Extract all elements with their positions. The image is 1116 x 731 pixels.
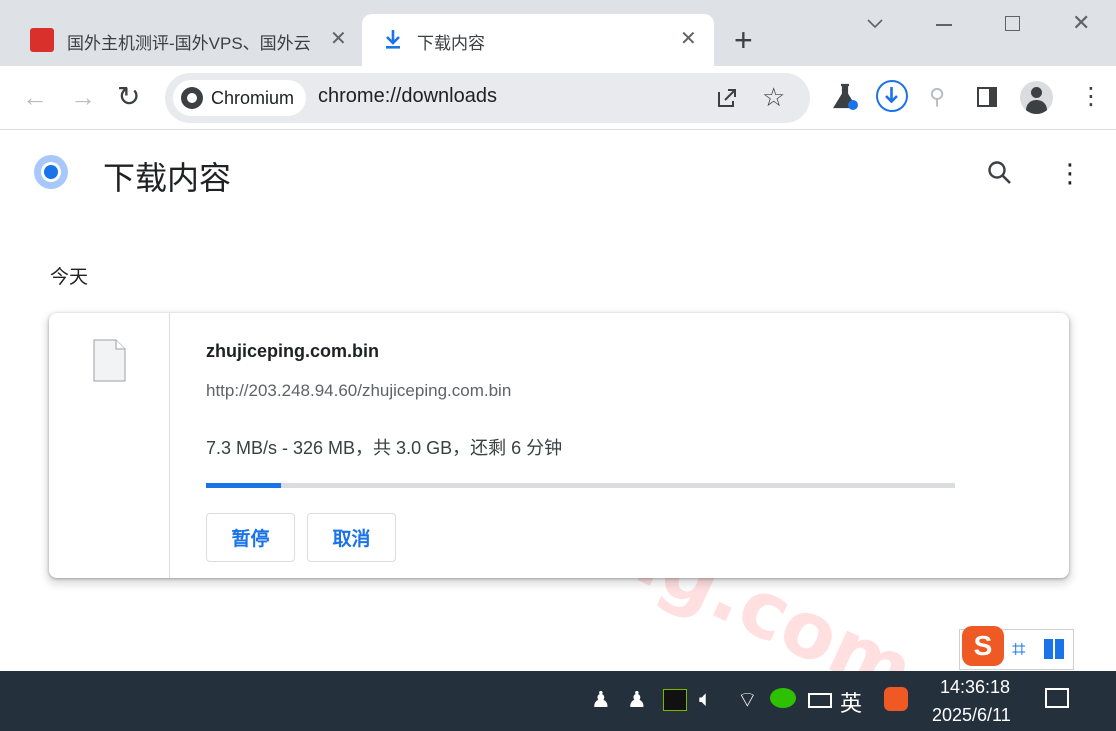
file-icon bbox=[93, 339, 126, 382]
labs-flask-icon[interactable] bbox=[832, 83, 858, 111]
chromium-chip[interactable]: Chromium bbox=[173, 80, 307, 116]
toolbar: ← → ↻ Chromium chrome://downloads ☆ ⚲ ⋮ bbox=[0, 66, 1116, 130]
nvidia-icon[interactable] bbox=[663, 689, 687, 711]
date-section-heading: 今天 bbox=[50, 267, 89, 288]
search-downloads-icon[interactable] bbox=[987, 160, 1013, 186]
pause-button[interactable]: 暂停 bbox=[206, 513, 295, 562]
download-item-card: zhujiceping.com.bin http://203.248.94.60… bbox=[49, 313, 1069, 578]
more-actions-icon[interactable]: ⋮ bbox=[1057, 158, 1083, 189]
battery-icon[interactable] bbox=[808, 693, 832, 708]
download-progress-bar bbox=[206, 483, 955, 488]
close-icon[interactable]: ✕ bbox=[1072, 10, 1090, 36]
download-source-url[interactable]: http://203.248.94.60/zhujiceping.com.bin bbox=[206, 381, 511, 401]
omnibox[interactable]: Chromium chrome://downloads ☆ bbox=[165, 73, 810, 123]
download-icon bbox=[386, 30, 400, 49]
tab-downloads[interactable]: 下载内容 ✕ bbox=[362, 14, 714, 66]
profile-avatar[interactable] bbox=[1020, 81, 1053, 114]
chevron-down-icon[interactable] bbox=[866, 18, 884, 30]
forward-icon[interactable]: → bbox=[70, 82, 96, 113]
grid-apps-icon[interactable] bbox=[1044, 639, 1064, 659]
site-favicon-icon bbox=[30, 28, 54, 52]
url-text[interactable]: chrome://downloads bbox=[318, 85, 497, 108]
chip-label: Chromium bbox=[211, 87, 295, 108]
qq-icon-2[interactable]: ♟ bbox=[627, 687, 647, 713]
tab-close-icon[interactable]: ✕ bbox=[330, 26, 347, 51]
tab-title: 下载内容 bbox=[417, 34, 485, 53]
maximize-icon[interactable] bbox=[1005, 16, 1020, 31]
volume-icon[interactable]: 🔈︎ bbox=[699, 686, 712, 712]
chromium-logo-icon bbox=[181, 87, 203, 109]
cancel-button[interactable]: 取消 bbox=[307, 513, 396, 562]
tab-zhujiceping[interactable]: 国外主机测评-国外VPS、国外云 ✕ bbox=[20, 14, 360, 66]
new-tab-button[interactable]: + bbox=[734, 22, 753, 59]
clock-time[interactable]: 14:36:18 bbox=[940, 677, 1010, 698]
notification-center-icon[interactable] bbox=[1045, 688, 1069, 708]
card-divider bbox=[169, 313, 170, 578]
wifi-icon[interactable]: ⌔ bbox=[737, 686, 758, 714]
chromium-logo-icon bbox=[34, 155, 68, 189]
ime-floating-toolbar: S ⌗ bbox=[959, 626, 1074, 670]
clock-date[interactable]: 2025/6/11 bbox=[932, 705, 1011, 726]
reload-icon[interactable]: ↻ bbox=[117, 80, 140, 113]
download-arrow-icon bbox=[885, 87, 898, 104]
tab-strip: 国外主机测评-国外VPS、国外云 ✕ 下载内容 ✕ + ✕ bbox=[0, 0, 1116, 66]
wechat-icon[interactable] bbox=[770, 688, 796, 708]
ime-language-indicator[interactable]: 英 bbox=[840, 686, 862, 718]
sogou-logo-icon[interactable]: S bbox=[962, 626, 1004, 666]
downloads-button[interactable] bbox=[876, 80, 908, 112]
bookmark-star-icon[interactable]: ☆ bbox=[762, 82, 785, 113]
qq-icon[interactable]: ♟ bbox=[591, 687, 611, 713]
download-file-name[interactable]: zhujiceping.com.bin bbox=[206, 341, 379, 362]
tab-close-icon[interactable]: ✕ bbox=[680, 26, 697, 51]
side-panel-icon[interactable] bbox=[977, 87, 997, 107]
share-icon[interactable] bbox=[715, 86, 739, 110]
download-progress-fill bbox=[206, 483, 281, 488]
search-icon[interactable]: ⚲ bbox=[929, 84, 945, 110]
back-icon[interactable]: ← bbox=[22, 82, 48, 113]
crop-icon[interactable]: ⌗ bbox=[1012, 636, 1026, 664]
sogou-tray-icon[interactable] bbox=[884, 687, 908, 711]
tab-title: 国外主机测评-国外VPS、国外云 bbox=[67, 34, 311, 53]
minimize-icon[interactable] bbox=[936, 24, 952, 26]
taskbar: ♟ ♟ 🔈︎ ⌔ 英 14:36:18 2025/6/11 bbox=[0, 671, 1116, 731]
menu-kebab-icon[interactable]: ⋮ bbox=[1079, 82, 1103, 111]
page-title: 下载内容 bbox=[103, 160, 232, 196]
download-status-text: 7.3 MB/s - 326 MB，共 3.0 GB，还剩 6 分钟 bbox=[206, 438, 563, 458]
